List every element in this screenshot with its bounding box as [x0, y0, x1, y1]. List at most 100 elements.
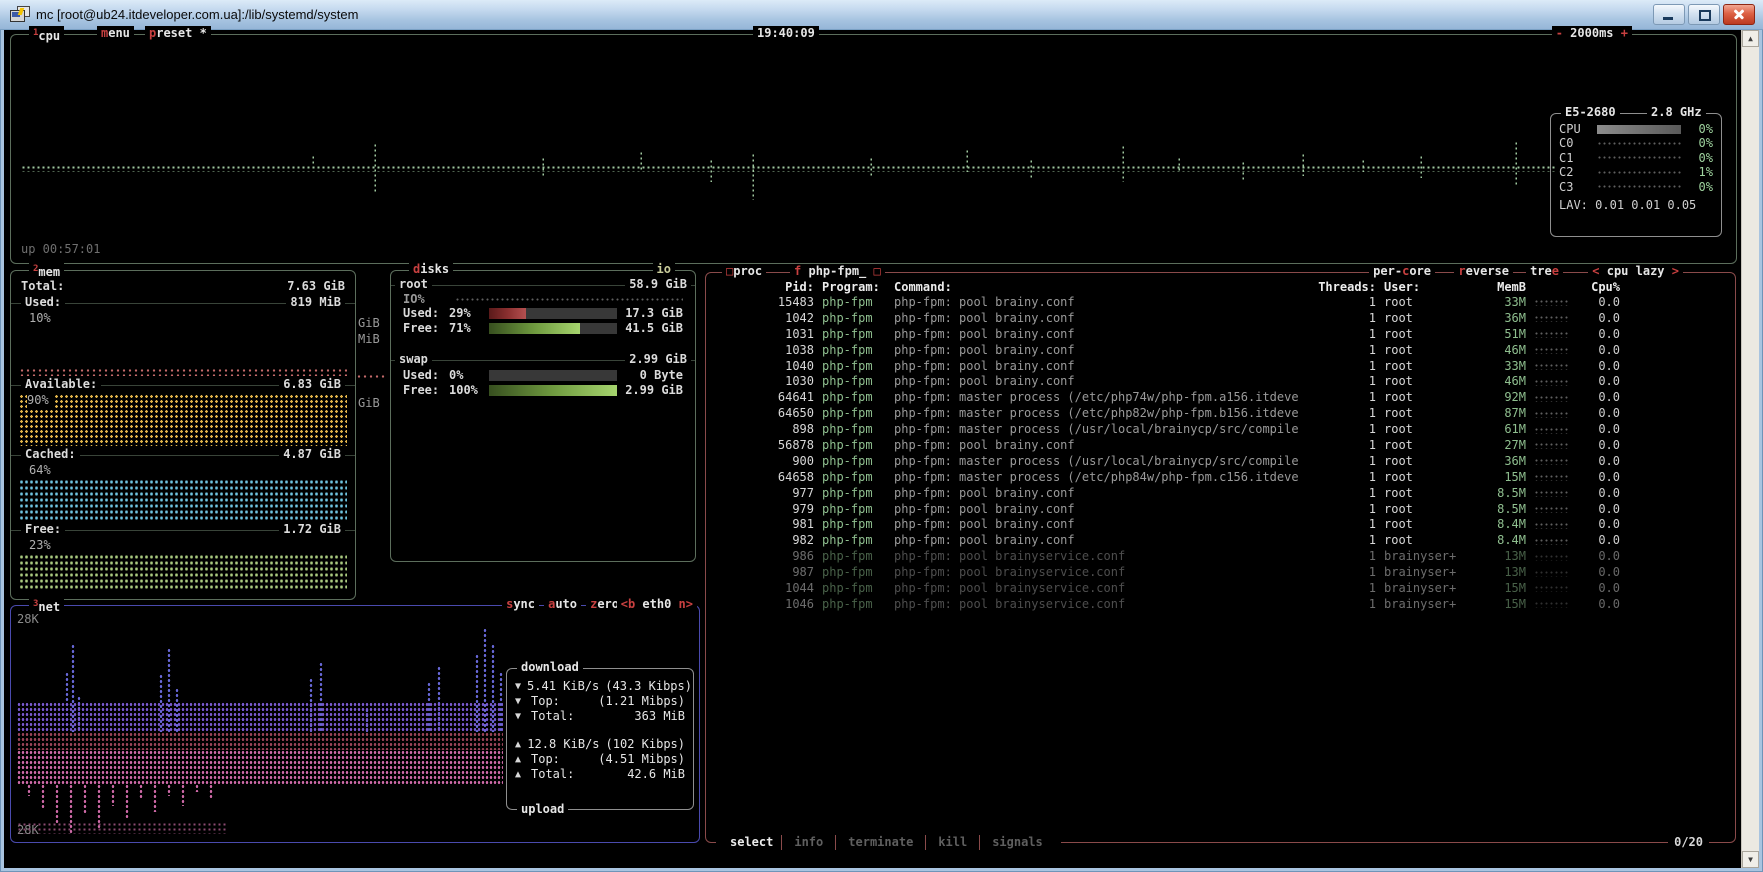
process-command: php-fpm: pool brainy.conf	[894, 327, 1304, 343]
process-row[interactable]: 15483 php-fpm php-fpm: pool brainy.conf …	[706, 295, 1735, 311]
process-row[interactable]: 981 php-fpm php-fpm: pool brainy.conf 1 …	[706, 517, 1735, 533]
process-row[interactable]: 986 php-fpm php-fpm: pool brainyservice.…	[706, 549, 1735, 565]
process-pid: 986	[712, 549, 814, 565]
process-row[interactable]: 1046 php-fpm php-fpm: pool brainyservice…	[706, 597, 1735, 613]
tree-toggle[interactable]: tree	[1526, 264, 1563, 279]
cpu-box-title[interactable]: 1cpu	[29, 26, 64, 44]
disk-free-meter	[489, 323, 617, 334]
process-mem-sparkline	[1534, 315, 1568, 322]
disks-box-title[interactable]: disks	[409, 262, 453, 277]
cpu-usage-graph	[21, 145, 1556, 205]
mem-used-percent: 10%	[11, 311, 355, 326]
kill-button[interactable]: kill	[925, 835, 979, 850]
process-user: root	[1384, 533, 1470, 549]
process-row[interactable]: 900 php-fpm php-fpm: master process (/us…	[706, 454, 1735, 470]
process-cpu: 0.0	[1576, 422, 1620, 438]
filter-clear-icon[interactable]: □	[874, 264, 881, 278]
process-cpu: 0.0	[1576, 486, 1620, 502]
process-pid: 1040	[712, 359, 814, 375]
col-cpu: Cpu%	[1576, 280, 1620, 295]
process-command: php-fpm: pool brainyservice.conf	[894, 581, 1304, 597]
process-cpu: 0.0	[1576, 454, 1620, 470]
process-row[interactable]: 64641 php-fpm php-fpm: master process (/…	[706, 390, 1735, 406]
interval-plus-button[interactable]: +	[1621, 26, 1628, 40]
disk-root-free: Free:71% 41.5 GiB	[391, 321, 695, 336]
process-threads: 1	[1312, 438, 1376, 454]
process-mem: 51M	[1478, 327, 1526, 343]
process-pid: 982	[712, 533, 814, 549]
per-core-toggle[interactable]: per-core	[1369, 264, 1435, 279]
process-program: php-fpm	[822, 502, 886, 518]
io-scale-label: GiB	[358, 396, 380, 411]
upload-top-row: ▲Top:(4.51 Mibps)	[515, 752, 685, 767]
process-threads: 1	[1312, 359, 1376, 375]
process-row[interactable]: 977 php-fpm php-fpm: pool brainy.conf 1 …	[706, 486, 1735, 502]
process-cpu: 0.0	[1576, 311, 1620, 327]
scroll-up-button[interactable]: ▲	[1742, 30, 1759, 47]
interval-minus-button[interactable]: -	[1556, 26, 1563, 40]
process-row[interactable]: 1040 php-fpm php-fpm: pool brainy.conf 1…	[706, 359, 1735, 375]
menu-button[interactable]: menu	[97, 26, 134, 41]
process-threads: 1	[1312, 549, 1376, 565]
proc-filter-input[interactable]: f php-fpm_ □	[790, 264, 885, 279]
process-mem: 33M	[1478, 295, 1526, 311]
process-threads: 1	[1312, 406, 1376, 422]
process-row[interactable]: 982 php-fpm php-fpm: pool brainy.conf 1 …	[706, 533, 1735, 549]
sort-column-selector[interactable]: < cpu lazy >	[1588, 264, 1683, 279]
terminate-button[interactable]: terminate	[835, 835, 925, 850]
process-row[interactable]: 1031 php-fpm php-fpm: pool brainy.conf 1…	[706, 327, 1735, 343]
maximize-button[interactable]	[1688, 4, 1720, 25]
process-program: php-fpm	[822, 374, 886, 390]
disk-root-row: root58.9 GiB	[391, 277, 695, 293]
info-button[interactable]: info	[781, 835, 835, 850]
swap-used-meter	[489, 370, 617, 381]
col-mem: MemB	[1478, 280, 1526, 295]
process-user: root	[1384, 311, 1470, 327]
scrollbar[interactable]: ▲ ▼	[1741, 30, 1759, 868]
process-row[interactable]: 1030 php-fpm php-fpm: pool brainy.conf 1…	[706, 374, 1735, 390]
process-threads: 1	[1312, 533, 1376, 549]
process-row[interactable]: 1042 php-fpm php-fpm: pool brainy.conf 1…	[706, 311, 1735, 327]
download-speed-row: ▼5.41 KiB/s(43.3 Kibps)	[515, 679, 685, 694]
titlebar[interactable]: mc [root@ub24.itdeveloper.com.ua]:/lib/s…	[0, 0, 1763, 30]
process-row[interactable]: 64658 php-fpm php-fpm: master process (/…	[706, 470, 1735, 486]
net-interface-selector[interactable]: <b eth0 n>	[617, 597, 697, 612]
process-row[interactable]: 64650 php-fpm php-fpm: master process (/…	[706, 406, 1735, 422]
io-mode-button[interactable]: io	[653, 262, 675, 277]
core-row: C30%	[1559, 180, 1713, 195]
cpu-frequency: 2.8 GHz	[1647, 105, 1706, 120]
process-threads: 1	[1312, 374, 1376, 390]
net-auto-button[interactable]: auto	[544, 597, 581, 612]
net-sync-button[interactable]: sync	[502, 597, 539, 612]
process-row[interactable]: 987 php-fpm php-fpm: pool brainyservice.…	[706, 565, 1735, 581]
process-pid: 1031	[712, 327, 814, 343]
preset-button[interactable]: preset *	[145, 26, 211, 41]
process-threads: 1	[1312, 597, 1376, 613]
sort-next-icon[interactable]: >	[1672, 264, 1679, 278]
process-cpu: 0.0	[1576, 581, 1620, 597]
scroll-down-button[interactable]: ▼	[1742, 851, 1759, 868]
minimize-button[interactable]	[1653, 4, 1685, 25]
process-row[interactable]: 56878 php-fpm php-fpm: pool brainy.conf …	[706, 438, 1735, 454]
process-threads: 1	[1312, 454, 1376, 470]
process-command: php-fpm: pool brainy.conf	[894, 533, 1304, 549]
process-user: root	[1384, 422, 1470, 438]
signals-button[interactable]: signals	[979, 835, 1055, 850]
process-row[interactable]: 1038 php-fpm php-fpm: pool brainy.conf 1…	[706, 343, 1735, 359]
select-button[interactable]: select	[722, 835, 781, 850]
close-button[interactable]	[1723, 4, 1755, 25]
download-title: download	[517, 660, 583, 675]
mem-box-title[interactable]: 2mem	[29, 262, 64, 280]
reverse-toggle[interactable]: reverse	[1454, 264, 1513, 279]
proc-box-title[interactable]: □proc	[722, 264, 766, 279]
process-mem-sparkline	[1534, 379, 1568, 386]
process-row[interactable]: 898 php-fpm php-fpm: master process (/us…	[706, 422, 1735, 438]
process-row[interactable]: 979 php-fpm php-fpm: pool brainy.conf 1 …	[706, 502, 1735, 518]
process-row[interactable]: 1044 php-fpm php-fpm: pool brainyservice…	[706, 581, 1735, 597]
putty-app-icon	[10, 6, 30, 23]
process-threads: 1	[1312, 311, 1376, 327]
process-cpu: 0.0	[1576, 517, 1620, 533]
down-arrow-icon: ▼	[515, 709, 525, 724]
io-scale-label: MiB	[358, 332, 380, 347]
sort-prev-icon[interactable]: <	[1592, 264, 1599, 278]
